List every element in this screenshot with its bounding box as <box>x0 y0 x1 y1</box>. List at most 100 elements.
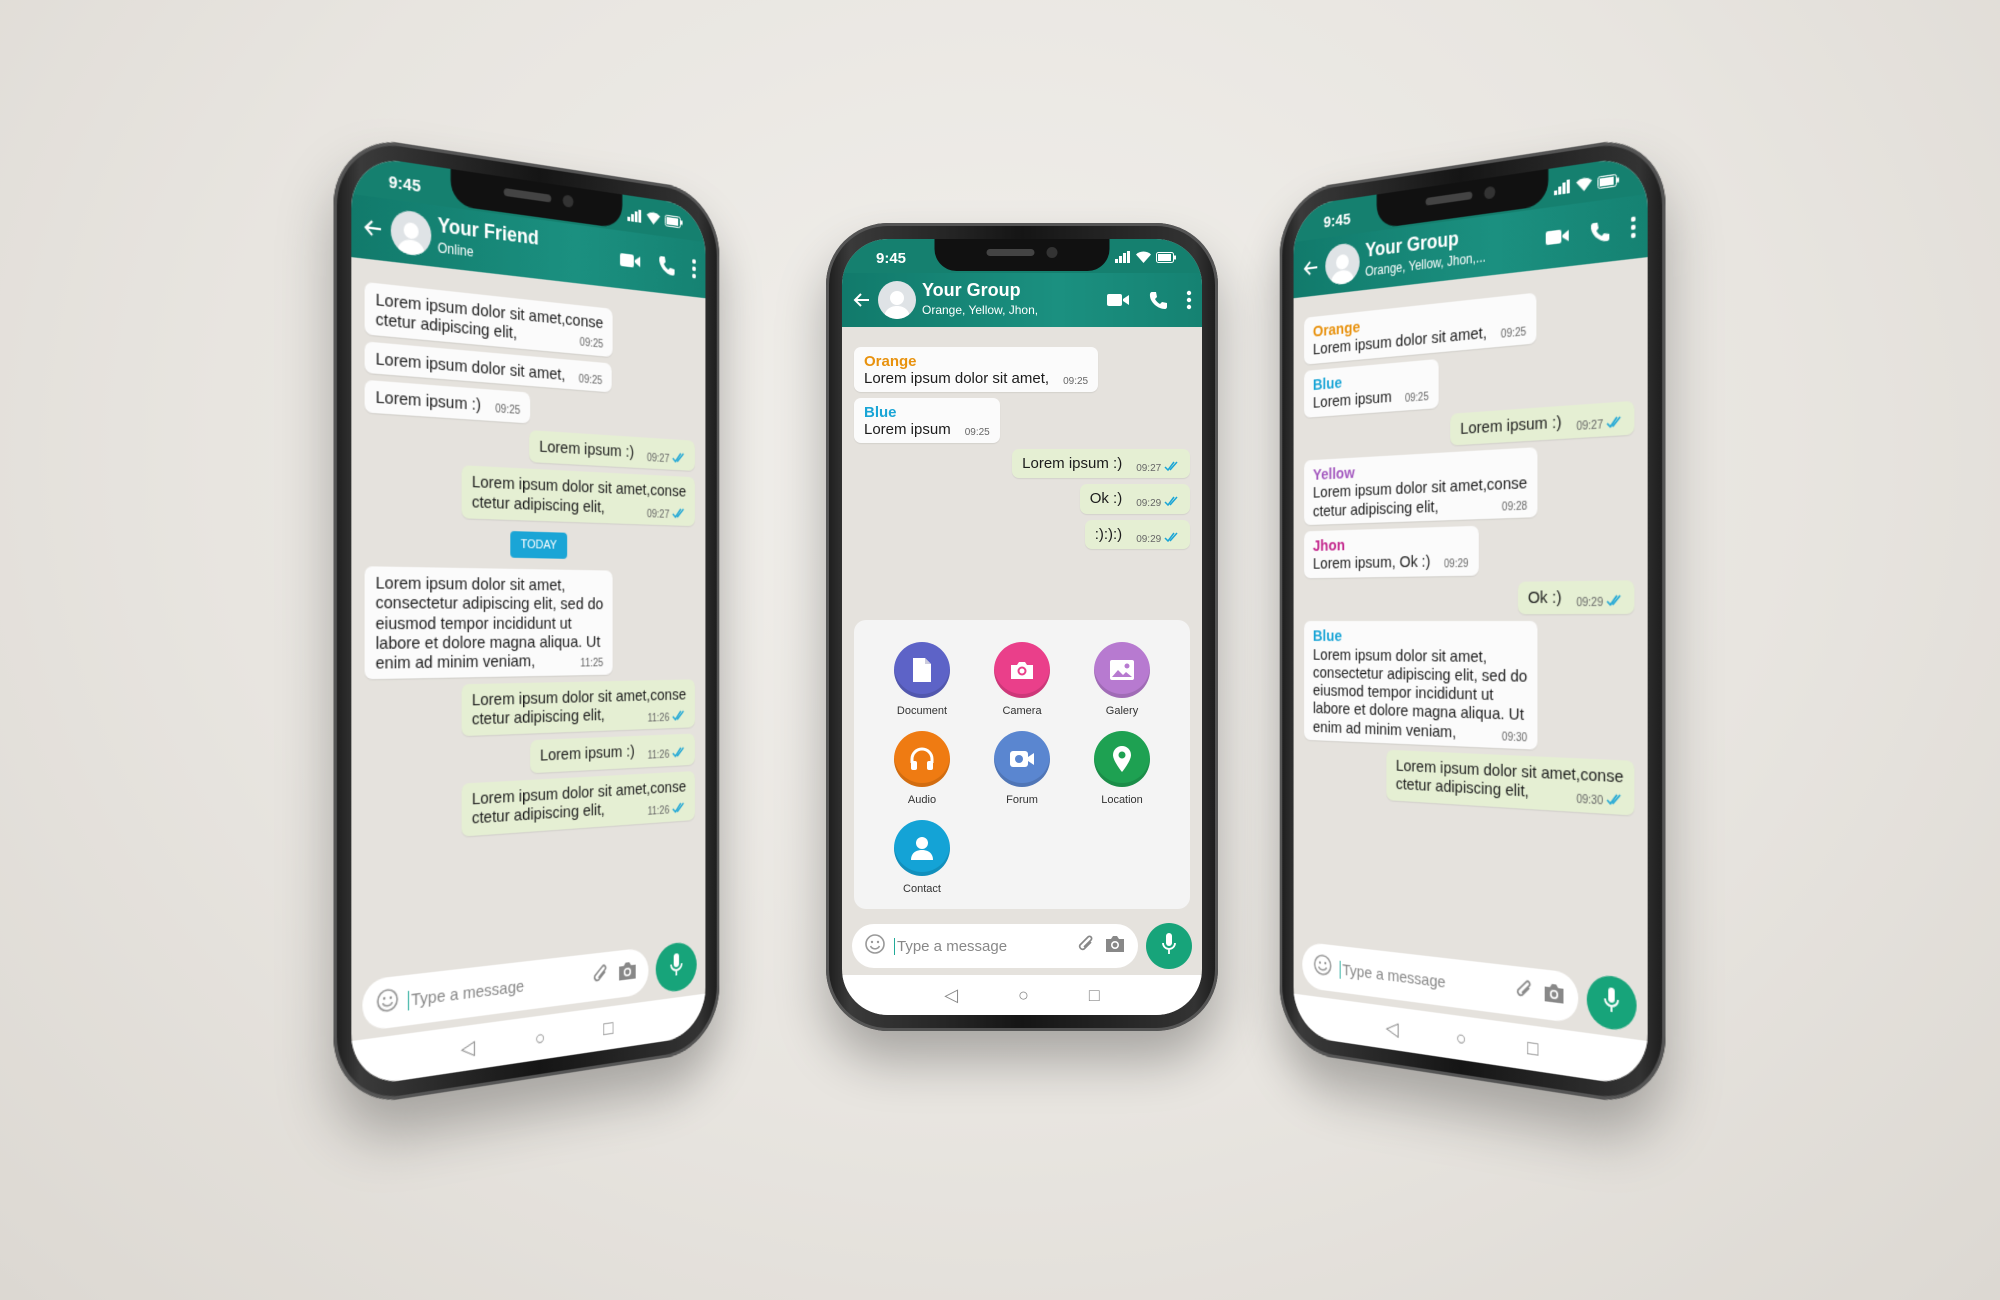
more-options-icon[interactable] <box>691 258 696 280</box>
avatar[interactable] <box>1325 241 1360 287</box>
time-text: 09:28 <box>1501 500 1528 514</box>
time-text: 09:25 <box>1500 326 1527 342</box>
read-check-icon <box>1164 461 1180 474</box>
attach-forum-button[interactable]: Forum <box>972 731 1072 806</box>
front-camera <box>1046 247 1058 258</box>
phone-call-icon[interactable] <box>1148 290 1168 310</box>
attach-galery-button[interactable]: Galery <box>1072 642 1172 717</box>
message-time: 11:25 <box>580 658 603 671</box>
nav-recents-icon[interactable]: □ <box>603 1016 613 1040</box>
camera-icon[interactable] <box>617 960 637 987</box>
attach-location-button[interactable]: Location <box>1072 731 1172 806</box>
message-bubble-outgoing[interactable]: Lorem ipsum dolor sit amet,conse ctetur … <box>461 465 695 527</box>
emoji-icon[interactable] <box>1313 952 1333 983</box>
time-text: 09:25 <box>579 337 604 352</box>
message-text: Lorem ipsum :) <box>375 387 482 415</box>
nav-home-icon[interactable]: ○ <box>1018 985 1029 1006</box>
camera-icon[interactable] <box>1104 935 1126 958</box>
message-bubble-outgoing[interactable]: Lorem ipsum dolor sit amet,conse ctetur … <box>461 678 695 737</box>
phone-call-icon[interactable] <box>658 254 676 277</box>
nav-back-icon[interactable]: ◁ <box>944 985 958 1006</box>
message-bubble-outgoing[interactable]: Lorem ipsum :) 11:26 <box>530 733 695 773</box>
time-text: 09:30 <box>1501 730 1528 745</box>
message-bubble-incoming[interactable]: Lorem ipsum :) 09:25 <box>364 380 531 424</box>
message-bubble-outgoing[interactable]: Lorem ipsum :) 09:27 <box>1450 400 1635 446</box>
nav-recents-icon[interactable]: □ <box>1527 1036 1538 1061</box>
message-bubble-incoming[interactable]: Orange Lorem ipsum dolor sit amet, 09:25 <box>1304 292 1537 365</box>
back-arrow-icon[interactable] <box>362 215 384 241</box>
time-text: 09:25 <box>495 403 521 418</box>
sender-name: Blue <box>864 403 897 421</box>
nav-back-icon[interactable]: ◁ <box>1386 1016 1399 1040</box>
camera-icon[interactable] <box>1543 981 1566 1010</box>
attach-clip-icon[interactable] <box>591 961 610 992</box>
message-bubble-incoming[interactable]: Blue Lorem ipsum 09:25 <box>1304 358 1439 418</box>
message-time: 09:27 <box>647 506 686 522</box>
time-text: 09:27 <box>646 452 670 466</box>
nav-home-icon[interactable]: ○ <box>535 1025 546 1050</box>
message-bubble-outgoing[interactable]: Lorem ipsum dolor sit amet,conse ctetur … <box>461 770 695 837</box>
message-text: Lorem ipsum dolor sit amet,conse ctetur … <box>375 290 604 344</box>
message-bubble-incoming[interactable]: Lorem ipsum dolor sit amet, consectetur … <box>364 566 613 679</box>
emoji-icon[interactable] <box>376 986 400 1020</box>
attach-contact-button[interactable]: Contact <box>872 820 972 895</box>
nav-recents-icon[interactable]: □ <box>1089 985 1100 1006</box>
video-call-icon[interactable] <box>619 250 641 272</box>
attach-camera-button[interactable]: Camera <box>972 642 1072 717</box>
time-text: 09:29 <box>1443 558 1469 571</box>
contact-info[interactable]: Your Friend Online <box>438 214 603 277</box>
android-nav-bar: ◁ ○ □ <box>842 975 1202 1015</box>
signal-icon <box>1115 250 1131 267</box>
message-bubble-outgoing[interactable]: :):):) 09:29 <box>1084 519 1190 549</box>
mic-button[interactable] <box>1586 973 1637 1033</box>
message-bubble-incoming[interactable]: Orange Lorem ipsum dolor sit amet, 09:25 <box>854 347 1099 392</box>
mic-button[interactable] <box>1146 923 1192 969</box>
contact-info[interactable]: Your Group Orange, Yellow, Jhon,... <box>1365 220 1526 281</box>
attach-clip-icon[interactable] <box>1514 976 1534 1009</box>
phone-screen: 9:45 Your Friend Online Lorem ipsum dolor… <box>351 154 706 1088</box>
message-time: 09:25 <box>579 373 603 387</box>
sender-name: Jhon <box>1312 536 1345 556</box>
message-bubble-incoming[interactable]: Yellow Lorem ipsum dolor sit amet,conse c… <box>1304 447 1538 526</box>
attach-clip-icon[interactable] <box>1076 933 1096 960</box>
chat-title: Your Group <box>922 280 1021 301</box>
input-row: Type a message <box>842 917 1202 975</box>
more-options-icon[interactable] <box>1630 215 1637 239</box>
message-input[interactable]: Type a message <box>852 924 1138 968</box>
nav-home-icon[interactable]: ○ <box>1456 1026 1467 1051</box>
message-bubble-outgoing[interactable]: Lorem ipsum :) 09:27 <box>1012 448 1190 478</box>
message-time: 09:25 <box>495 404 520 419</box>
back-arrow-icon[interactable] <box>1302 256 1320 279</box>
message-bubble-outgoing[interactable]: Lorem ipsum dolor sit amet,conse ctetur … <box>1386 749 1635 816</box>
video-call-icon[interactable] <box>1545 225 1570 249</box>
message-time: 09:30 <box>1576 792 1623 810</box>
sender-name: Blue <box>1312 627 1342 646</box>
contact-info[interactable]: Your Group Orange, Yellow, Jhon, <box>922 280 1088 318</box>
nav-back-icon[interactable]: ◁ <box>461 1035 475 1061</box>
location-icon <box>1094 731 1150 787</box>
signal-icon <box>627 206 642 226</box>
phone-call-icon[interactable] <box>1589 219 1611 245</box>
attach-audio-button[interactable]: Audio <box>872 731 972 806</box>
message-bubble-outgoing[interactable]: Ok :) 09:29 <box>1079 484 1190 514</box>
message-bubble-outgoing[interactable]: Lorem ipsum :) 09:27 <box>529 429 695 472</box>
message-bubble-outgoing[interactable]: Ok :) 09:29 <box>1517 579 1635 615</box>
more-options-icon[interactable] <box>1186 290 1192 310</box>
message-bubble-incoming[interactable]: Jhon Lorem ipsum, Ok :) 09:29 <box>1304 525 1479 579</box>
read-check-icon <box>672 712 686 724</box>
message-placeholder[interactable]: Type a message <box>407 969 584 1010</box>
message-bubble-incoming[interactable]: Blue Lorem ipsum 09:25 <box>854 397 1000 443</box>
message-bubble-incoming[interactable]: Blue Lorem ipsum dolor sit amet, consecte… <box>1304 621 1538 750</box>
message-placeholder[interactable]: Type a message <box>1339 960 1506 1000</box>
message-placeholder[interactable]: Type a message <box>894 937 1068 955</box>
mic-button[interactable] <box>655 940 697 994</box>
attach-document-button[interactable]: Document <box>872 642 972 717</box>
emoji-icon[interactable] <box>864 933 886 960</box>
time-text: 09:30 <box>1576 793 1604 809</box>
back-arrow-icon[interactable] <box>852 290 872 310</box>
avatar[interactable] <box>390 208 432 258</box>
chat-header: Your Group Orange, Yellow, Jhon, <box>842 273 1202 327</box>
video-call-icon[interactable] <box>1106 291 1130 309</box>
avatar[interactable] <box>878 281 916 319</box>
status-time: 9:45 <box>1323 209 1351 232</box>
